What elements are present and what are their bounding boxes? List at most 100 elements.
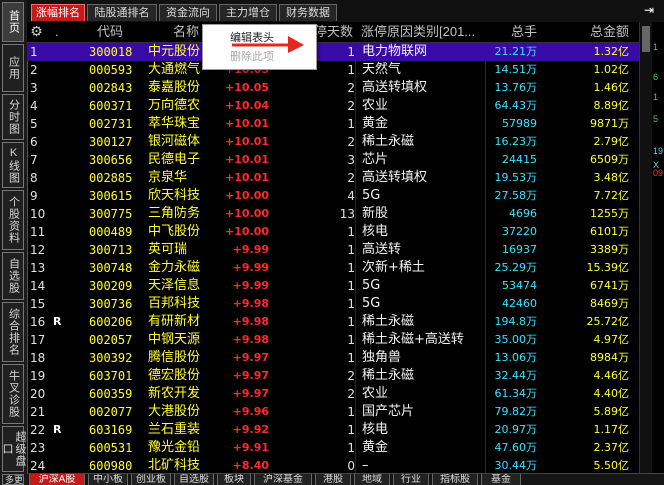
sidebar-item-kline-chart[interactable]: K线图 xyxy=(2,142,24,188)
volume: 37220 xyxy=(502,225,537,238)
bottom-tab[interactable]: 自选股 xyxy=(174,474,214,485)
bottom-tab[interactable]: 中小板 xyxy=(88,474,128,485)
stock-code: 600531 xyxy=(89,441,133,455)
stock-code: 002057 xyxy=(89,333,133,347)
table-row[interactable]: 20 600359 新农开发 +9.97 2 农业 61.34万 4.40亿 xyxy=(27,385,639,403)
sidebar-item-watchlist[interactable]: 自选股 xyxy=(2,252,24,300)
table-row[interactable]: 22 R 603169 兰石重装 +9.92 1 核电 20.97万 1.17亿 xyxy=(27,421,639,439)
row-number: 20 xyxy=(30,387,46,401)
table-row[interactable]: 12 300713 英可瑞 +9.99 1 高送转 16937 3389万 xyxy=(27,241,639,259)
row-number: 7 xyxy=(30,153,38,167)
stock-code: 000489 xyxy=(89,225,133,239)
change-pct: +9.98 xyxy=(232,333,269,346)
table-row[interactable]: 17 002057 中钢天源 +9.98 1 稀土永磁+高送转 35.00万 4.97亿 xyxy=(27,331,639,349)
sidebar-item-stock-diagnosis[interactable]: 牛叉诊股 xyxy=(2,364,24,424)
tab-financial-data[interactable]: 财务数据 xyxy=(279,4,337,21)
stock-code: 300775 xyxy=(89,207,133,221)
amount: 4.46亿 xyxy=(593,369,630,382)
row-number: 23 xyxy=(30,441,46,455)
bottom-tab[interactable]: 指标股 xyxy=(432,474,478,485)
stock-name: 中钢天源 xyxy=(148,332,201,347)
tab-rise-ranking[interactable]: 涨幅排名 xyxy=(31,4,85,21)
row-flag xyxy=(53,349,65,367)
bottom-tab[interactable]: 行业 xyxy=(393,474,429,485)
limit-days: 2 xyxy=(347,171,355,185)
table-row[interactable]: 10 300775 三角防务 +10.00 13 新股 4696 1255万 xyxy=(27,205,639,223)
stock-code: 600371 xyxy=(89,99,133,113)
table-row[interactable]: 8 002885 京泉华 +10.01 2 高送转填权 19.53万 3.48亿 xyxy=(27,169,639,187)
row-flag xyxy=(53,61,65,79)
table-row[interactable]: 16 R 600206 有研新材 +9.98 1 稀土永磁 194.8万 25.72亿 xyxy=(27,313,639,331)
table-row[interactable]: 18 300392 腾信股份 +9.97 1 独角兽 13.06万 8984万 xyxy=(27,349,639,367)
table-row[interactable]: 23 600531 豫光金铅 +9.91 1 黄金 47.60万 2.37亿 xyxy=(27,439,639,457)
bottom-tab[interactable]: 基金 xyxy=(481,474,521,485)
table-row[interactable]: 14 300209 天泽信息 +9.99 1 5G 53474 6741万 xyxy=(27,277,639,295)
panel-toggle-icon[interactable]: ⇥ xyxy=(639,2,659,18)
change-pct: +10.00 xyxy=(224,225,269,238)
limit-reason: 稀土永磁 xyxy=(362,314,415,329)
amount: 2.37亿 xyxy=(593,441,630,454)
limit-reason: 农业 xyxy=(362,98,389,113)
sidebar-item-intraday-chart[interactable]: 分时图 xyxy=(2,94,24,140)
sidebar-item-stock-info[interactable]: 个股资料 xyxy=(2,190,24,250)
table-row[interactable]: 1300018中元股份+10.051电力物联网21.21万1.32亿 xyxy=(27,43,639,61)
volume: 47.60万 xyxy=(494,441,538,454)
table-row[interactable]: 11 000489 中飞股份 +10.00 1 核电 37220 6101万 xyxy=(27,223,639,241)
header-code[interactable]: 代码 xyxy=(97,22,137,42)
side-number: 1 xyxy=(653,92,659,102)
stock-name: 腾信股份 xyxy=(148,350,201,365)
volume: 20.97万 xyxy=(494,423,538,436)
table-row[interactable]: 4 600371 万向德农 +10.04 2 农业 64.43万 8.89亿 xyxy=(27,97,639,115)
tab-main-force-increase[interactable]: 主力增仓 xyxy=(219,4,277,21)
stock-name: 新农开发 xyxy=(148,386,201,401)
bottom-tab[interactable]: 板块 xyxy=(217,474,251,485)
sidebar-item-composite-ranking[interactable]: 综合排名 xyxy=(2,302,24,362)
bottom-tab[interactable]: 沪深A股 xyxy=(29,474,85,485)
change-pct: +10.01 xyxy=(224,117,269,130)
sidebar-item-apps[interactable]: 应用 xyxy=(2,44,24,92)
header-amount[interactable]: 总金额 xyxy=(557,22,629,42)
table-row[interactable]: 15 300736 百邦科技 +9.98 1 5G 42460 8469万 xyxy=(27,295,639,313)
bottom-tab[interactable]: 创业板 xyxy=(131,474,171,485)
gear-icon[interactable]: ⚙ xyxy=(29,24,44,39)
table-row[interactable]: 2000593大通燃气+10.051天然气14.51万1.02亿 xyxy=(27,61,639,79)
amount: 5.89亿 xyxy=(593,405,630,418)
table-row[interactable]: 6 300127 银河磁体 +10.01 2 稀土永磁 16.23万 2.79亿 xyxy=(27,133,639,151)
tab-fund-flow[interactable]: 资金流向 xyxy=(159,4,217,21)
limit-reason: 核电 xyxy=(362,422,389,437)
volume: 42460 xyxy=(502,297,537,310)
table-row[interactable]: 7 300656 民德电子 +10.01 3 芯片 24415 6509万 xyxy=(27,151,639,169)
row-number: 3 xyxy=(30,81,38,95)
volume: 19.53万 xyxy=(494,171,538,184)
tab-stock-connect-ranking[interactable]: 陆股通排名 xyxy=(87,4,157,21)
row-number: 2 xyxy=(30,63,38,77)
header-limit-reason[interactable]: 涨停原因类别[201... xyxy=(361,22,481,42)
change-pct: +9.91 xyxy=(232,441,269,454)
row-flag xyxy=(53,367,65,385)
vertical-scrollbar[interactable] xyxy=(639,22,653,473)
side-number: 1 xyxy=(653,42,659,52)
table-row[interactable]: 19 603701 德宏股份 +9.97 2 稀土永磁 32.44万 4.46亿 xyxy=(27,367,639,385)
header-index[interactable]: . xyxy=(55,22,69,42)
table-row[interactable]: 5 002731 萃华珠宝 +10.01 1 黄金 57989 9871万 xyxy=(27,115,639,133)
sidebar-item-home[interactable]: 首页 xyxy=(2,2,24,42)
row-number: 4 xyxy=(30,99,38,113)
bottom-tab[interactable]: 港股 xyxy=(315,474,351,485)
header-volume[interactable]: 总手 xyxy=(487,22,537,42)
change-pct: +9.97 xyxy=(232,387,269,400)
amount: 3389万 xyxy=(590,243,629,256)
limit-days: 1 xyxy=(347,333,355,347)
row-number: 6 xyxy=(30,135,38,149)
scrollbar-thumb[interactable] xyxy=(642,26,650,52)
table-row[interactable]: 9 300615 欣天科技 +10.00 4 5G 27.58万 7.72亿 xyxy=(27,187,639,205)
bottom-tab[interactable]: 地域 xyxy=(354,474,390,485)
change-pct: +9.98 xyxy=(232,315,269,328)
limit-days: 13 xyxy=(339,207,355,221)
sidebar-item-more[interactable]: 更多 xyxy=(2,474,24,485)
amount: 15.39亿 xyxy=(586,261,630,274)
table-row[interactable]: 13 300748 金力永磁 +9.99 1 次新+稀土 25.29万 15.39亿 xyxy=(27,259,639,277)
table-row[interactable]: 21 002077 大港股份 +9.96 1 国产芯片 79.82万 5.89亿 xyxy=(27,403,639,421)
sidebar-item-super-quote[interactable]: 超级盘口 xyxy=(1,426,26,472)
bottom-tab[interactable]: 沪深基金 xyxy=(254,474,312,485)
table-row[interactable]: 3 002843 泰嘉股份 +10.05 2 高送转填权 13.76万 1.46亿 xyxy=(27,79,639,97)
